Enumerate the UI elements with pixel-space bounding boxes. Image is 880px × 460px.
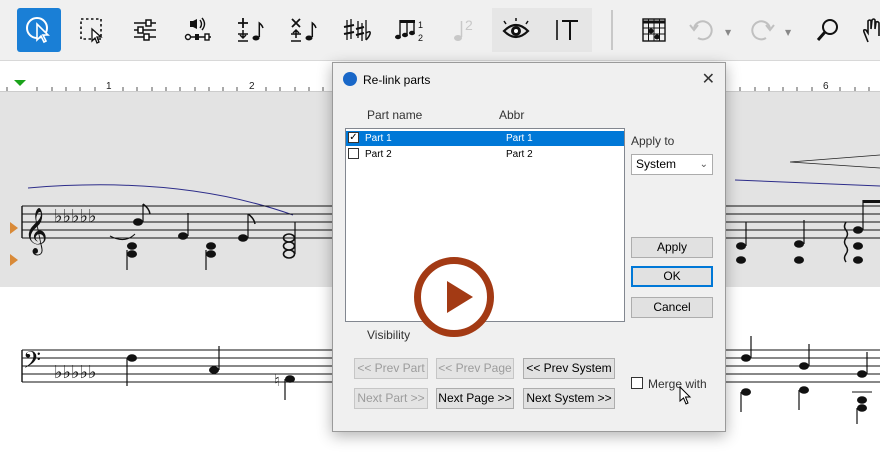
list-item[interactable]: ✓ Part 1 Part 1: [346, 131, 624, 146]
hairpin: [789, 154, 880, 169]
apply-button[interactable]: Apply: [631, 237, 713, 258]
apply-to-label: Apply to: [631, 134, 675, 148]
staff-marker-icon-2: [10, 254, 18, 266]
app-icon: [343, 72, 357, 86]
part-abbr: Part 2: [506, 149, 533, 160]
prev-part-button[interactable]: << Prev Part: [354, 358, 428, 379]
mouse-cursor-icon: [679, 386, 692, 405]
part-checkbox[interactable]: [348, 148, 359, 159]
part-name: Part 1: [365, 133, 392, 144]
key-signature-flats: ♭♭♭♭♭: [54, 206, 96, 227]
bass-clef: 𝄢: [23, 346, 41, 379]
next-part-button[interactable]: Next Part >>: [354, 388, 428, 409]
merge-with-checkbox[interactable]: [631, 377, 643, 389]
apply-to-select[interactable]: System ⌄: [631, 154, 713, 175]
part-checkbox[interactable]: ✓: [348, 132, 359, 143]
part-abbr: Part 1: [506, 133, 533, 144]
close-icon[interactable]: ✕: [702, 69, 715, 88]
prev-system-button[interactable]: << Prev System: [523, 358, 615, 379]
column-header-part-name[interactable]: Part name: [367, 108, 422, 122]
next-system-button[interactable]: Next System >>: [523, 388, 615, 409]
prev-page-button[interactable]: << Prev Page: [436, 358, 514, 379]
visibility-label: Visibility: [367, 328, 411, 342]
svg-text:♮: ♮: [274, 371, 280, 390]
dialog-title: Re-link parts: [363, 73, 431, 87]
chevron-down-icon: ⌄: [699, 159, 708, 170]
bass-key-signature-flats: ♭♭♭♭♭: [54, 362, 96, 383]
ok-button[interactable]: OK: [631, 266, 713, 287]
relink-parts-dialog: Re-link parts ✕ Part name Abbr ✓ Part 1 …: [332, 62, 726, 432]
slur-right: [734, 179, 880, 187]
cancel-button[interactable]: Cancel: [631, 297, 713, 318]
merge-with-label: Merge with: [648, 377, 707, 391]
list-item[interactable]: Part 2 Part 2: [346, 147, 624, 162]
next-page-button[interactable]: Next Page >>: [436, 388, 514, 409]
parts-list[interactable]: ✓ Part 1 Part 1 Part 2 Part 2: [345, 128, 625, 337]
apply-to-value: System: [636, 157, 677, 171]
part-name: Part 2: [365, 149, 392, 160]
column-header-abbr[interactable]: Abbr: [499, 108, 524, 122]
staff-marker-icon: [10, 222, 18, 234]
treble-clef: 𝄞: [24, 208, 48, 256]
video-play-icon[interactable]: [414, 257, 494, 337]
